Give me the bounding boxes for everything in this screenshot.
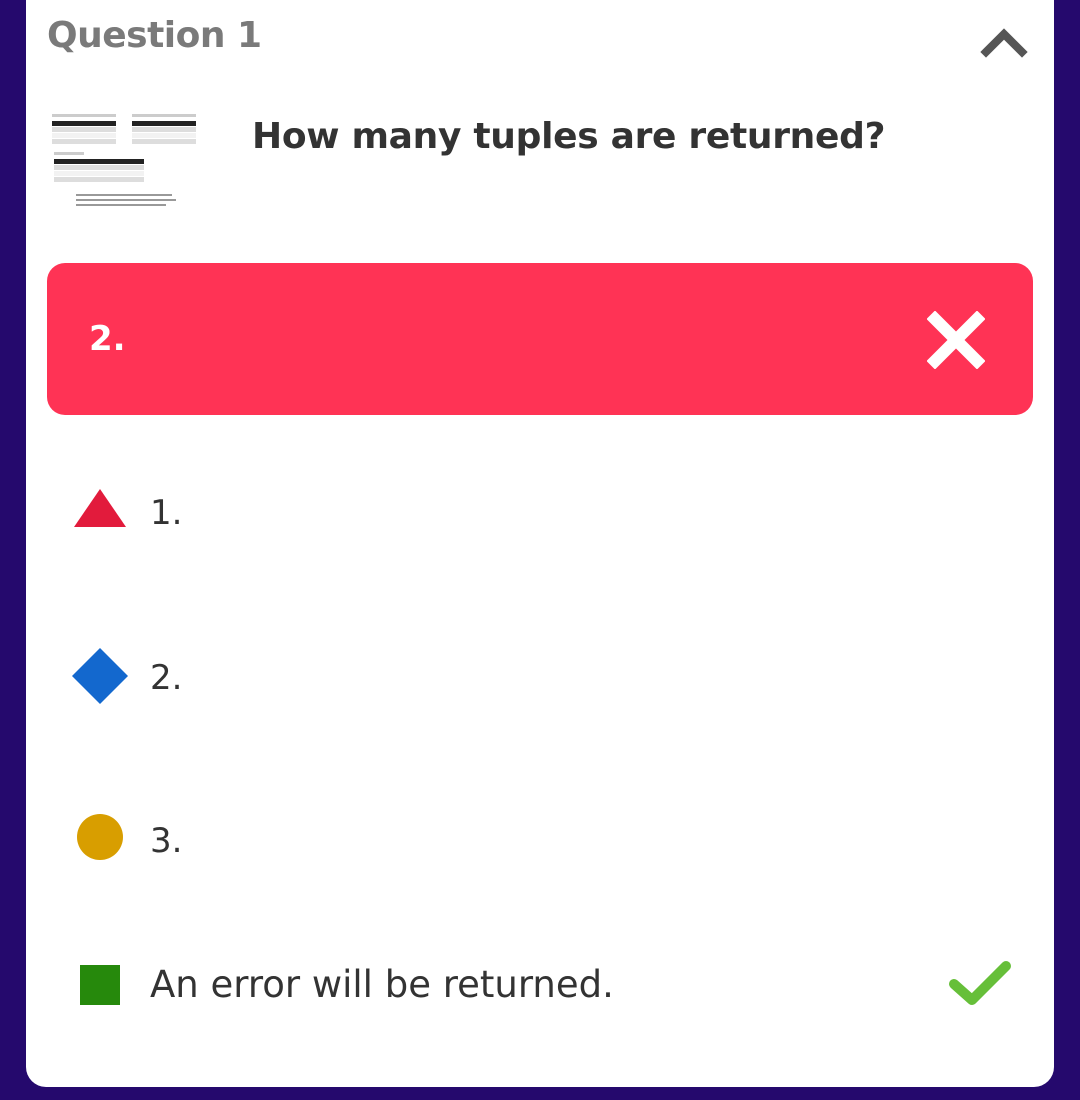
answer-option-4-correct[interactable]: An error will be returned. xyxy=(70,950,1020,1020)
question-number: Question 1 xyxy=(47,15,262,56)
question-image-thumbnail xyxy=(52,114,196,206)
question-text: How many tuples are returned? xyxy=(252,116,886,157)
triangle-icon xyxy=(74,489,126,527)
chevron-up-icon[interactable] xyxy=(976,18,1032,62)
answer-option-label: 2. xyxy=(150,658,183,698)
answer-option-1[interactable]: 1. xyxy=(70,476,1020,546)
answer-option-2[interactable]: 2. xyxy=(70,641,1020,711)
close-icon xyxy=(927,311,985,369)
answer-option-label: 1. xyxy=(150,493,183,533)
square-icon xyxy=(80,965,120,1005)
answer-option-label: 3. xyxy=(150,821,183,861)
answer-option-3[interactable]: 3. xyxy=(70,804,1020,874)
circle-icon xyxy=(77,814,123,860)
checkmark-icon xyxy=(949,961,1011,1005)
diamond-icon xyxy=(72,648,128,704)
selected-answer-incorrect[interactable]: 2. xyxy=(47,263,1033,415)
question-card: Question 1 How many tuples are returned?… xyxy=(26,0,1054,1087)
answer-option-label: An error will be returned. xyxy=(150,963,614,1006)
selected-answer-label: 2. xyxy=(89,319,126,359)
